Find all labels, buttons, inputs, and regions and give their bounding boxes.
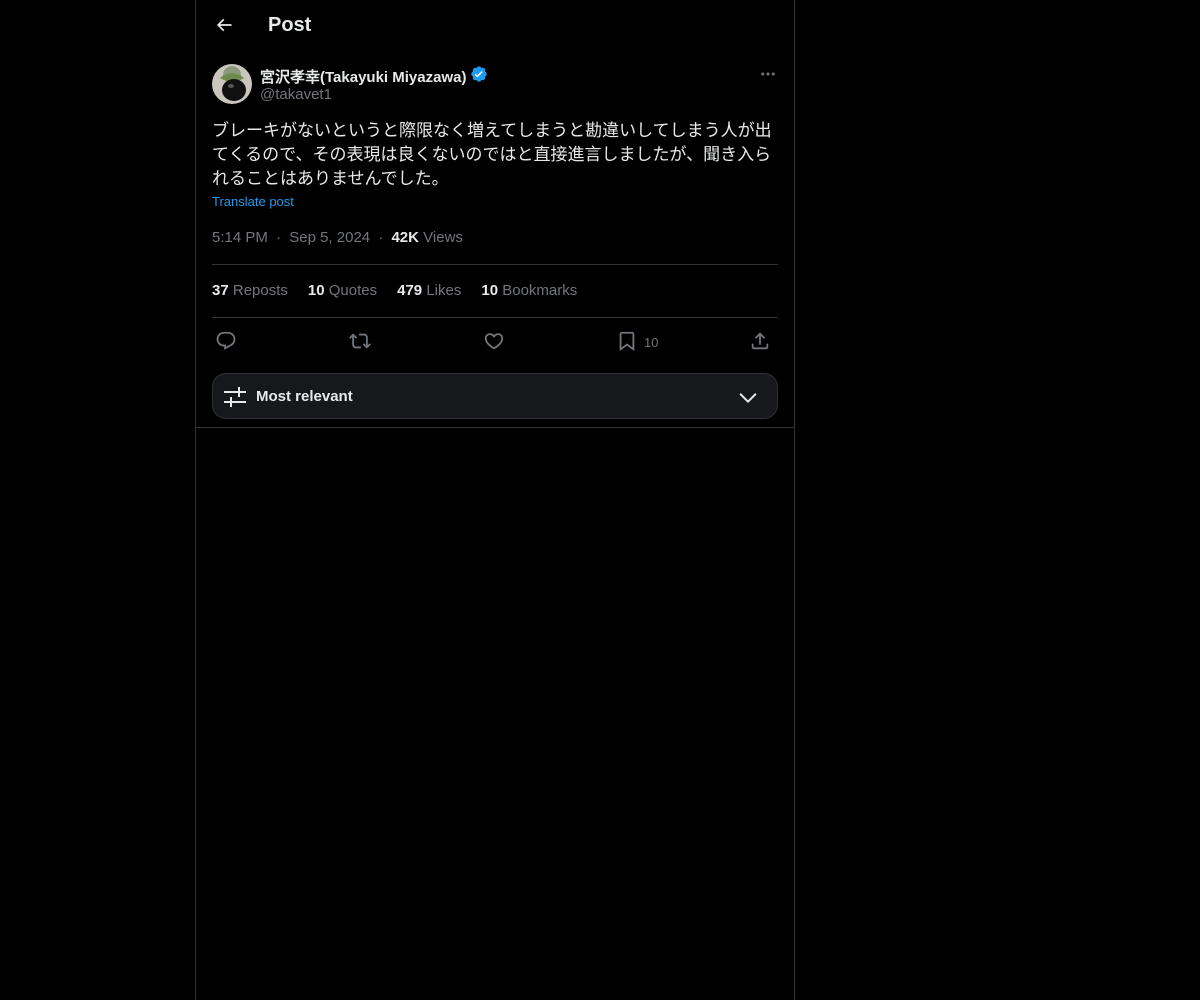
bookmark-button[interactable]: 10: [616, 328, 658, 356]
post-time[interactable]: 5:14 PM: [212, 229, 268, 246]
reply-button[interactable]: [215, 328, 237, 356]
bookmarks-count: 10: [481, 282, 499, 299]
likes-stat[interactable]: 479 Likes: [397, 282, 461, 299]
divider: [196, 427, 794, 428]
verified-badge-icon: [470, 65, 488, 87]
back-button[interactable]: [206, 9, 242, 45]
chevron-down-icon: [737, 387, 759, 414]
reposts-label: Reposts: [232, 282, 288, 299]
sort-label: Most relevant: [256, 388, 353, 405]
sort-replies-dropdown[interactable]: Most relevant: [212, 373, 778, 419]
engagement-stats: 37 Reposts 10 Quotes 479 Likes 10 Bookma…: [212, 282, 577, 299]
likes-label: Likes: [426, 282, 462, 299]
action-bar: 10: [212, 328, 782, 356]
quotes-stat[interactable]: 10 Quotes: [308, 282, 377, 299]
post-text: ブレーキがないというと際限なく増えてしまうと勘違いしてしまう人が出てくるので、そ…: [212, 121, 772, 188]
views-label: Views: [423, 229, 463, 246]
avatar[interactable]: [212, 64, 252, 104]
heart-icon: [483, 330, 505, 355]
bookmark-icon: [616, 330, 638, 355]
author-handle[interactable]: @takavet1: [260, 86, 332, 103]
author-name[interactable]: 宮沢孝幸(Takayuki Miyazawa): [260, 65, 488, 87]
author-name-text: 宮沢孝幸(Takayuki Miyazawa): [260, 68, 467, 86]
reposts-count: 37: [212, 282, 229, 299]
share-icon: [749, 330, 771, 355]
top-bar: Post: [196, 0, 794, 54]
bookmarks-stat[interactable]: 10 Bookmarks: [481, 282, 577, 299]
main-column: Post 宮沢孝幸(Takayuki Miyazawa) @takavet1 ブ…: [195, 0, 795, 1000]
share-button[interactable]: [749, 328, 771, 356]
divider: [212, 317, 778, 318]
post-date[interactable]: Sep 5, 2024: [289, 229, 370, 246]
bookmark-action-count: 10: [644, 334, 659, 350]
repost-button[interactable]: [349, 328, 371, 356]
quotes-label: Quotes: [328, 282, 378, 299]
divider: [212, 264, 778, 265]
arrow-left-icon: [214, 15, 234, 40]
views-count: 42K: [391, 229, 419, 246]
reposts-stat[interactable]: 37 Reposts: [212, 282, 288, 299]
meta-separator: ·: [276, 229, 282, 246]
translate-post-link[interactable]: Translate post: [212, 194, 294, 209]
like-button[interactable]: [483, 328, 505, 356]
meta-separator: ·: [378, 229, 384, 246]
bookmarks-label: Bookmarks: [502, 282, 578, 299]
sliders-icon: [223, 385, 247, 414]
quotes-count: 10: [307, 282, 325, 299]
repost-icon: [349, 330, 371, 355]
likes-count: 479: [397, 282, 423, 299]
page-title: Post: [268, 14, 312, 36]
post-meta: 5:14 PM · Sep 5, 2024 · 42K Views: [212, 229, 463, 246]
reply-icon: [215, 330, 237, 355]
more-horizontal-icon: [759, 65, 777, 88]
more-options-button[interactable]: [754, 62, 782, 90]
